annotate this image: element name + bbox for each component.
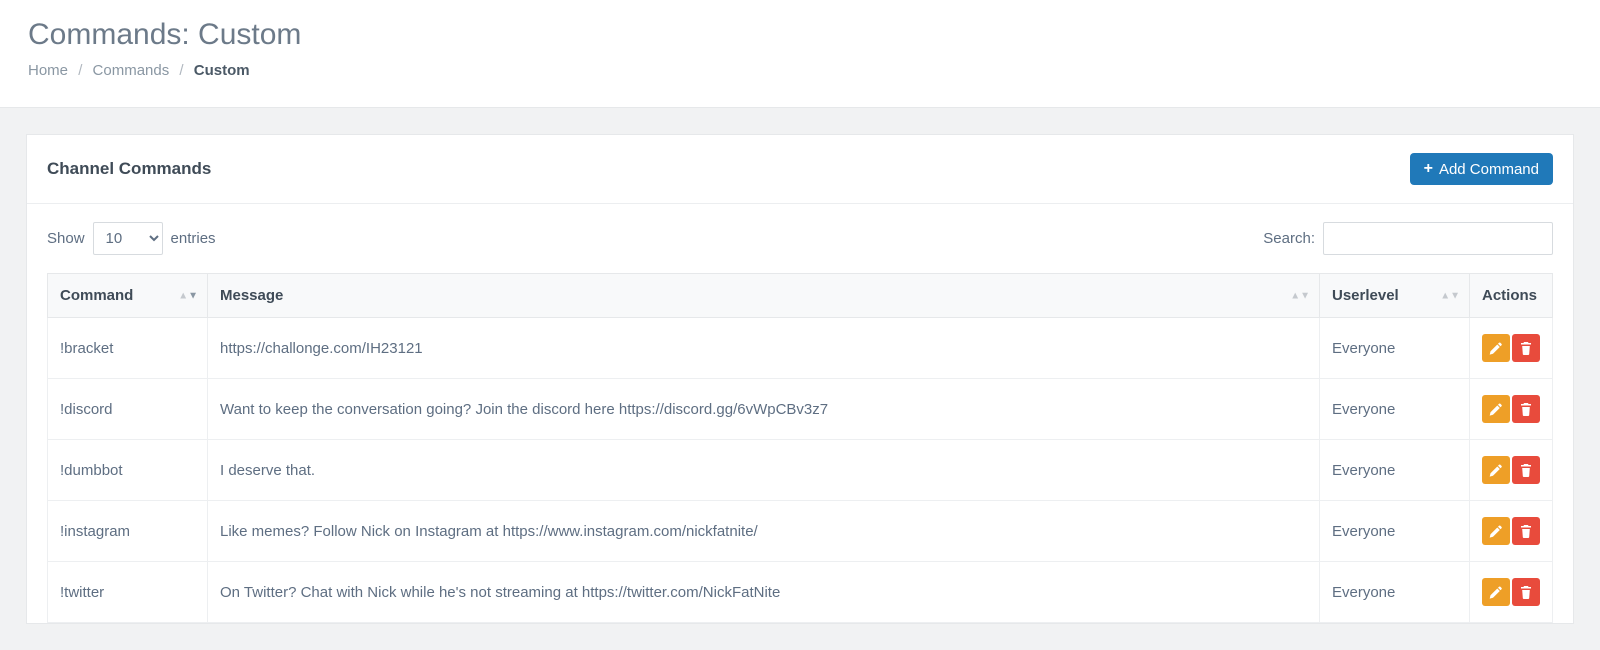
cell-command: !twitter [48,562,208,623]
breadcrumb: Home / Commands / Custom [28,62,1572,79]
edit-button[interactable] [1482,517,1510,545]
cell-userlevel: Everyone [1320,440,1470,501]
col-header-message[interactable]: Message ▲▼ [208,274,1320,318]
delete-button[interactable] [1512,578,1540,606]
commands-panel: Channel Commands + Add Command Show 10 e… [26,134,1574,624]
cell-userlevel: Everyone [1320,318,1470,379]
col-header-userlevel[interactable]: Userlevel ▲▼ [1320,274,1470,318]
cell-message: Like memes? Follow Nick on Instagram at … [208,501,1320,562]
sort-icon: ▲▼ [1440,290,1459,301]
cell-message: Want to keep the conversation going? Joi… [208,379,1320,440]
cell-command: !instagram [48,501,208,562]
edit-button[interactable] [1482,456,1510,484]
cell-userlevel: Everyone [1320,562,1470,623]
breadcrumb-separator: / [78,62,82,79]
commands-table: Command ▲▼ Message ▲▼ Userlevel ▲▼ Actio… [47,273,1553,623]
delete-button[interactable] [1512,395,1540,423]
cell-message: On Twitter? Chat with Nick while he's no… [208,562,1320,623]
col-header-userlevel-label: Userlevel [1332,287,1399,304]
col-header-actions: Actions [1470,274,1553,318]
cell-message: https://challonge.com/IH23121 [208,318,1320,379]
edit-icon [1489,463,1503,477]
edit-button[interactable] [1482,395,1510,423]
sort-icon: ▲▼ [1290,290,1309,301]
col-header-command-label: Command [60,287,133,304]
col-header-message-label: Message [220,287,283,304]
table-row: !brackethttps://challonge.com/IH23121Eve… [48,318,1553,379]
breadcrumb-home[interactable]: Home [28,62,68,79]
length-pre-label: Show [47,230,85,247]
edit-icon [1489,585,1503,599]
cell-actions [1470,501,1553,562]
cell-command: !discord [48,379,208,440]
table-search-control: Search: [1263,222,1553,255]
edit-icon [1489,341,1503,355]
breadcrumb-current: Custom [194,62,250,79]
cell-actions [1470,379,1553,440]
cell-message: I deserve that. [208,440,1320,501]
sort-icon: ▲▼ [178,290,197,301]
delete-button[interactable] [1512,456,1540,484]
edit-button[interactable] [1482,334,1510,362]
plus-icon: + [1424,161,1433,177]
cell-actions [1470,318,1553,379]
breadcrumb-separator: / [179,62,183,79]
col-header-command[interactable]: Command ▲▼ [48,274,208,318]
add-command-button[interactable]: + Add Command [1410,153,1553,185]
cell-userlevel: Everyone [1320,501,1470,562]
table-length-control: Show 10 entries [47,222,216,255]
cell-userlevel: Everyone [1320,379,1470,440]
search-input[interactable] [1323,222,1553,255]
add-command-label: Add Command [1439,162,1539,177]
search-label: Search: [1263,230,1315,247]
edit-button[interactable] [1482,578,1510,606]
trash-icon [1519,524,1533,538]
page-length-select[interactable]: 10 [93,222,163,255]
cell-actions [1470,562,1553,623]
edit-icon [1489,402,1503,416]
trash-icon [1519,463,1533,477]
table-row: !dumbbotI deserve that.Everyone [48,440,1553,501]
delete-button[interactable] [1512,334,1540,362]
delete-button[interactable] [1512,517,1540,545]
trash-icon [1519,585,1533,599]
trash-icon [1519,402,1533,416]
page-title: Commands: Custom [28,18,1572,52]
breadcrumb-commands[interactable]: Commands [93,62,170,79]
cell-command: !dumbbot [48,440,208,501]
col-header-actions-label: Actions [1482,287,1537,304]
edit-icon [1489,524,1503,538]
trash-icon [1519,341,1533,355]
cell-command: !bracket [48,318,208,379]
table-row: !instagramLike memes? Follow Nick on Ins… [48,501,1553,562]
length-post-label: entries [171,230,216,247]
table-row: !discordWant to keep the conversation go… [48,379,1553,440]
panel-title: Channel Commands [47,159,211,179]
cell-actions [1470,440,1553,501]
table-row: !twitterOn Twitter? Chat with Nick while… [48,562,1553,623]
